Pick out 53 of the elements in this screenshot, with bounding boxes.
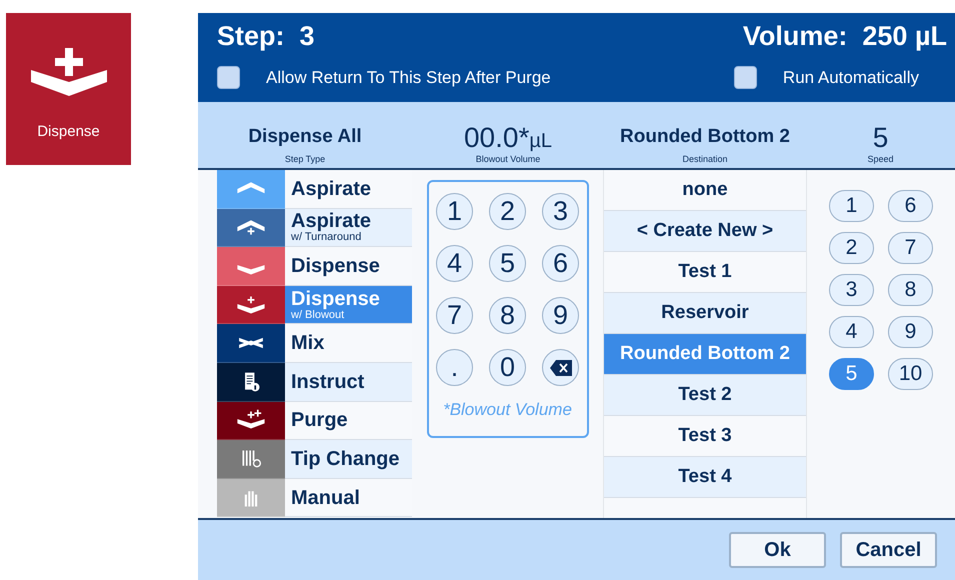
speed-option[interactable]: 7	[888, 232, 933, 264]
speed-option[interactable]: 5	[829, 358, 874, 390]
summary-label: Blowout Volume	[476, 154, 540, 164]
keypad-key[interactable]: 3	[542, 193, 579, 230]
speed-option[interactable]: 2	[829, 232, 874, 264]
checkbox-label: Run Automatically	[782, 68, 919, 88]
keypad-key[interactable]: 7	[436, 297, 473, 334]
keypad-key[interactable]: .	[436, 349, 473, 386]
speed-option[interactable]: 4	[829, 316, 874, 348]
chevron-plus-icon	[30, 48, 106, 96]
speed-option[interactable]: 9	[888, 316, 933, 348]
speed-option[interactable]: 6	[888, 190, 933, 222]
keypad-key[interactable]: 6	[542, 245, 579, 282]
summary-label: Speed	[867, 154, 894, 164]
tile-label: Dispense	[37, 123, 100, 140]
dispense-tile[interactable]: Dispense	[6, 13, 131, 165]
ok-button[interactable]: Ok	[729, 532, 826, 568]
step-type-item[interactable]: Tip Change	[285, 440, 412, 479]
speed-option[interactable]: 1	[829, 190, 874, 222]
keypad-key[interactable]: 5	[489, 245, 526, 282]
keypad-key[interactable]: 0	[489, 349, 526, 386]
destination-item[interactable]: Rounded Bottom 2	[604, 334, 806, 375]
keypad-key[interactable]: 1	[436, 193, 473, 230]
keypad-key[interactable]: 8	[489, 297, 526, 334]
speed-option[interactable]: 3	[829, 274, 874, 306]
summary-value: 5	[872, 122, 888, 154]
keypad-key[interactable]: 9	[542, 297, 579, 334]
destination-item[interactable]: Reservoir	[604, 293, 806, 334]
step-type-item[interactable]: Purge	[285, 402, 412, 440]
summary-value: Rounded Bottom 2	[620, 126, 790, 148]
destination-item[interactable]: Test 4	[604, 457, 806, 498]
summary-label: Destination	[682, 154, 728, 164]
step-number: Step: 3	[217, 21, 315, 52]
step-type-item[interactable]: Aspirate w/ Turnaround	[285, 208, 412, 248]
checkbox[interactable]	[217, 66, 240, 89]
summary-value: 00.0*µL	[464, 122, 552, 154]
cancel-button[interactable]: Cancel	[840, 532, 937, 568]
keypad-caption: *Blowout Volume	[443, 400, 572, 420]
step-type-item[interactable]: Dispense w/ Blowout	[285, 286, 412, 324]
keypad-key[interactable]: 2	[489, 193, 526, 230]
summary-value: Dispense All	[248, 126, 362, 148]
keypad-key[interactable]: 4	[436, 245, 473, 282]
summary-label: Step Type	[284, 154, 326, 164]
destination-item[interactable]: < Create New >	[604, 211, 806, 252]
step-type-item[interactable]: Instruct	[285, 362, 412, 402]
keypad-key[interactable]	[542, 349, 579, 386]
speed-option[interactable]: 8	[888, 274, 933, 306]
volume-value: Volume: 250 µL	[742, 21, 947, 52]
checkbox[interactable]	[734, 66, 757, 89]
backspace-icon	[550, 360, 572, 376]
destination-item[interactable]: Test 2	[604, 375, 806, 416]
checkbox-label: Allow Return To This Step After Purge	[266, 68, 551, 88]
speed-option[interactable]: 10	[888, 358, 933, 390]
